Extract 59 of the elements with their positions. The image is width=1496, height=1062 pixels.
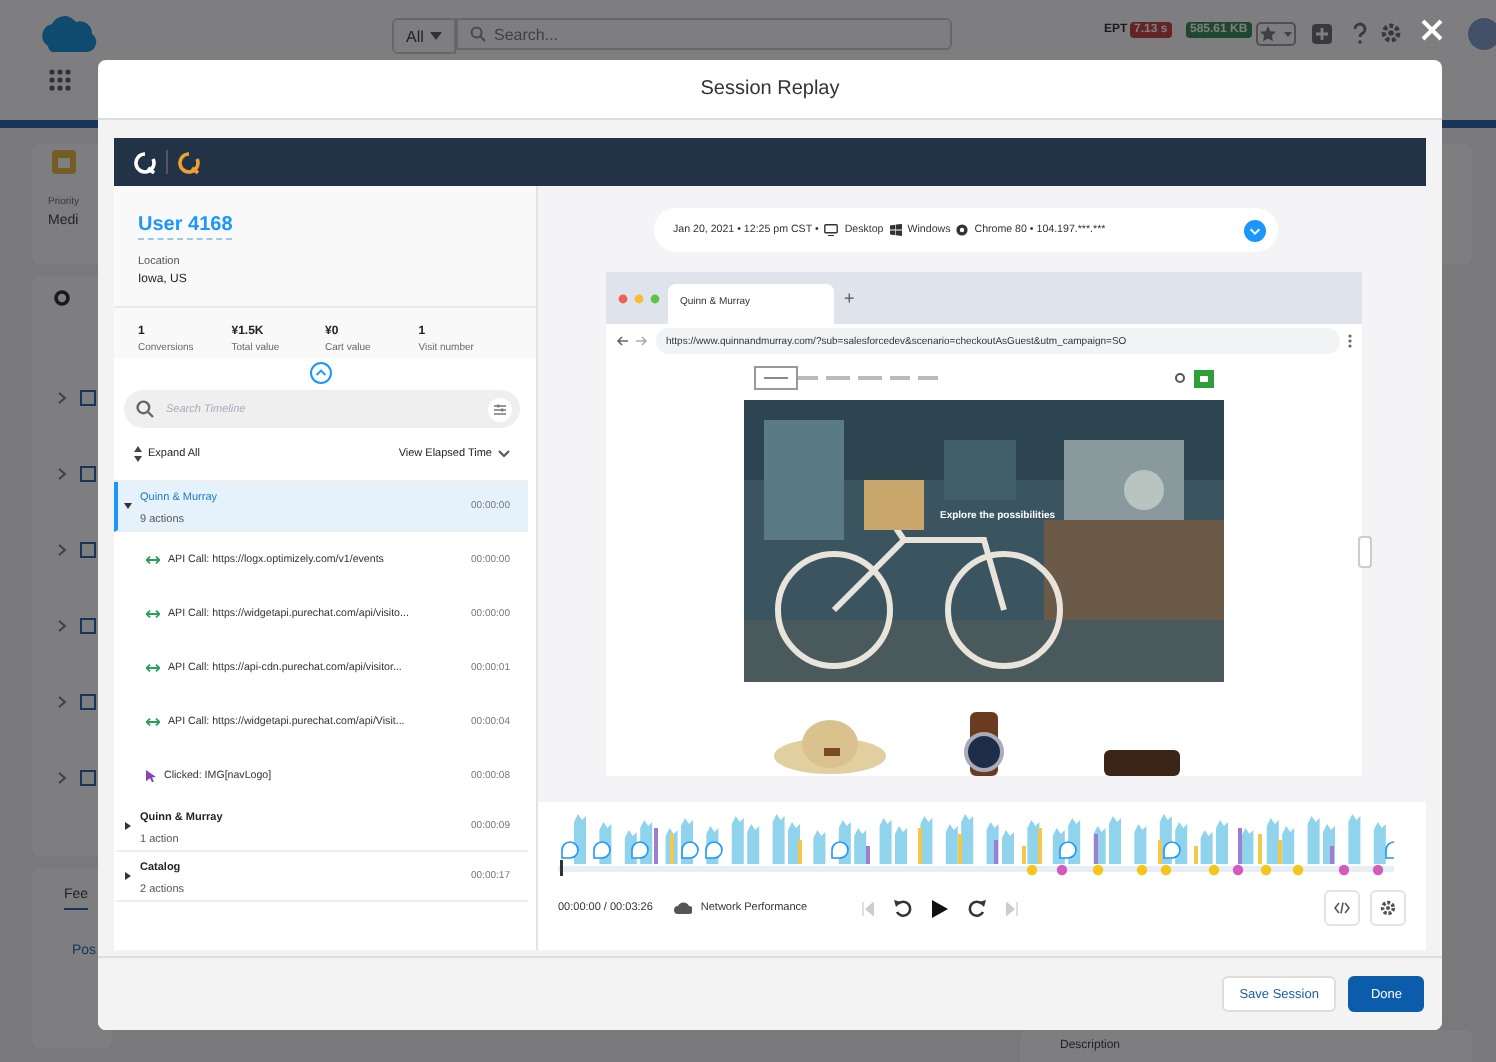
chevron-right-icon[interactable] — [58, 696, 66, 708]
app-launcher-icon[interactable] — [48, 68, 72, 92]
checkbox-icon[interactable] — [80, 390, 96, 406]
modal-title: Session Replay — [700, 78, 840, 100]
double-arrow-icon — [146, 717, 160, 725]
browser-icon — [956, 224, 969, 236]
briefcase-icon — [52, 150, 76, 174]
search-icon — [470, 26, 486, 42]
new-tab-button[interactable]: + — [844, 288, 855, 308]
back-arrow-icon[interactable] — [616, 336, 628, 346]
chevron-right-icon[interactable] — [58, 468, 66, 480]
chevron-down-icon — [498, 450, 510, 458]
code-icon — [1334, 902, 1350, 914]
collapse-icon[interactable] — [310, 362, 332, 384]
caret-icon — [429, 32, 442, 40]
settings-button[interactable] — [1370, 890, 1406, 926]
code-button[interactable] — [1324, 890, 1360, 926]
chevron-right-icon[interactable] — [58, 544, 66, 556]
search-icon — [136, 400, 154, 418]
forward-arrow-icon[interactable] — [636, 336, 648, 346]
replay-logo-icon — [134, 151, 156, 173]
scope-dropdown[interactable]: All — [392, 18, 456, 54]
site-nav-drawing — [798, 374, 938, 382]
window-controls-icon — [618, 293, 660, 303]
cloud-logo-icon[interactable] — [36, 10, 100, 58]
close-icon[interactable] — [1420, 18, 1444, 42]
scroll-handle[interactable] — [1358, 536, 1372, 568]
windows-icon — [889, 224, 902, 236]
checkbox-icon[interactable] — [80, 466, 96, 482]
fast-forward-icon[interactable] — [967, 899, 986, 917]
timeline-drawing[interactable] — [558, 808, 1394, 878]
checkbox-icon[interactable] — [80, 694, 96, 710]
cloud-icon — [674, 902, 693, 914]
checkbox-icon[interactable] — [80, 770, 96, 786]
product-logo-icon — [178, 151, 200, 173]
chevron-down-icon[interactable] — [1243, 219, 1265, 241]
site-logo-icon[interactable] — [754, 366, 798, 390]
checkbox-icon[interactable] — [80, 542, 96, 558]
play-icon[interactable] — [931, 899, 948, 917]
rewind-icon[interactable] — [893, 899, 912, 917]
settings-icon — [1380, 900, 1396, 916]
caret-icon[interactable] — [124, 502, 132, 510]
settings-icon[interactable] — [1380, 22, 1402, 44]
double-arrow-icon — [146, 609, 160, 617]
caret-icon[interactable] — [124, 822, 132, 830]
chevron-right-icon[interactable] — [58, 392, 66, 404]
add-icon[interactable] — [1312, 24, 1332, 44]
caret-icon[interactable] — [124, 872, 132, 880]
chevron-right-icon[interactable] — [58, 620, 66, 632]
avatar-icon[interactable] — [1468, 16, 1496, 52]
expand-icon — [134, 446, 142, 462]
cursor-icon — [146, 769, 156, 781]
double-arrow-icon — [146, 663, 160, 671]
monitor-icon — [824, 224, 839, 236]
filter-icon[interactable] — [488, 397, 512, 421]
help-icon[interactable] — [1352, 22, 1368, 44]
chevron-right-icon[interactable] — [58, 772, 66, 784]
checkbox-icon[interactable] — [80, 618, 96, 634]
double-arrow-icon — [146, 555, 160, 563]
